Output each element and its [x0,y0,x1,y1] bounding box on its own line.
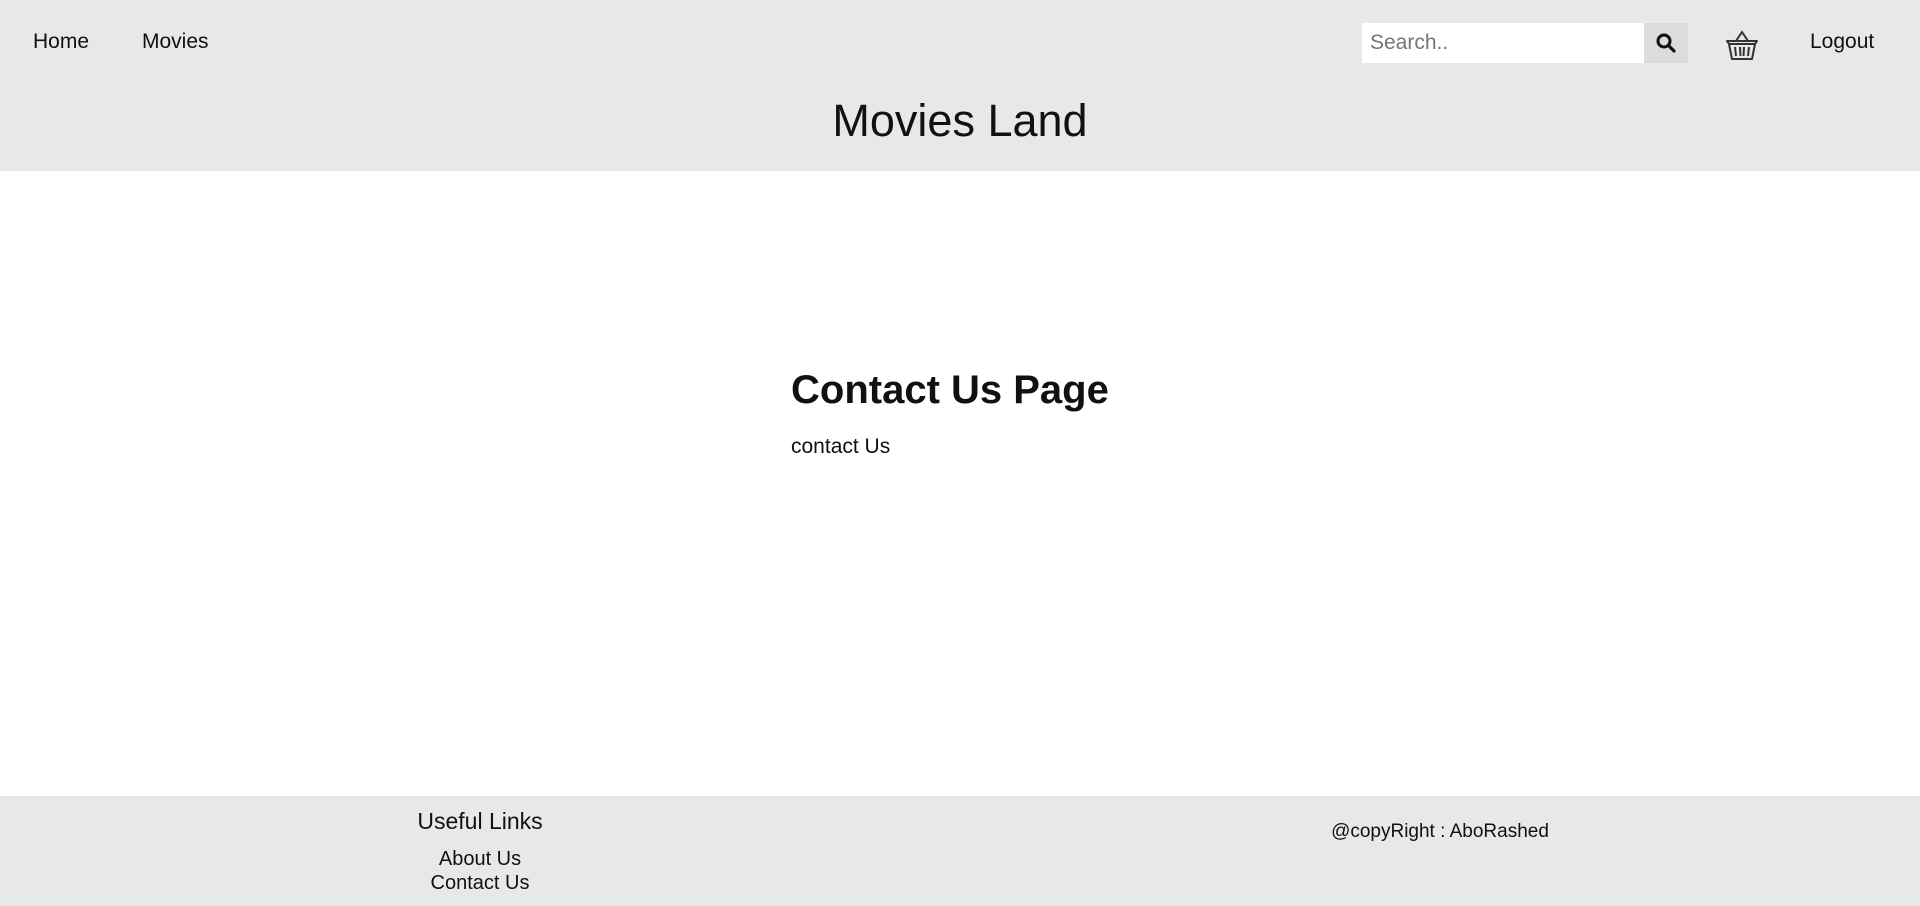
main-content: Contact Us Page contact Us [791,368,1109,459]
search-button[interactable] [1644,23,1688,63]
search-input[interactable] [1362,23,1644,63]
site-header: Home Movies Logout Movies Land [0,0,1920,171]
nav-home-link[interactable]: Home [33,30,89,54]
site-footer: Useful Links About Us Contact Us @copyRi… [0,796,1920,906]
page-text: contact Us [791,435,891,458]
copyright-text: @copyRight : AboRashed [1331,821,1549,842]
site-title: Movies Land [832,95,1088,146]
search-icon [1656,33,1676,53]
cart-button[interactable] [1724,28,1760,62]
useful-links-heading: Useful Links [417,808,543,834]
useful-links-section: Useful Links About Us Contact Us [380,808,580,895]
logout-link[interactable]: Logout [1810,30,1874,54]
nav-movies-link[interactable]: Movies [142,30,209,54]
basket-icon [1726,30,1758,60]
footer-about-us-link[interactable]: About Us [380,847,580,871]
page-title: Contact Us Page [791,368,1109,412]
footer-contact-us-link[interactable]: Contact Us [380,871,580,895]
